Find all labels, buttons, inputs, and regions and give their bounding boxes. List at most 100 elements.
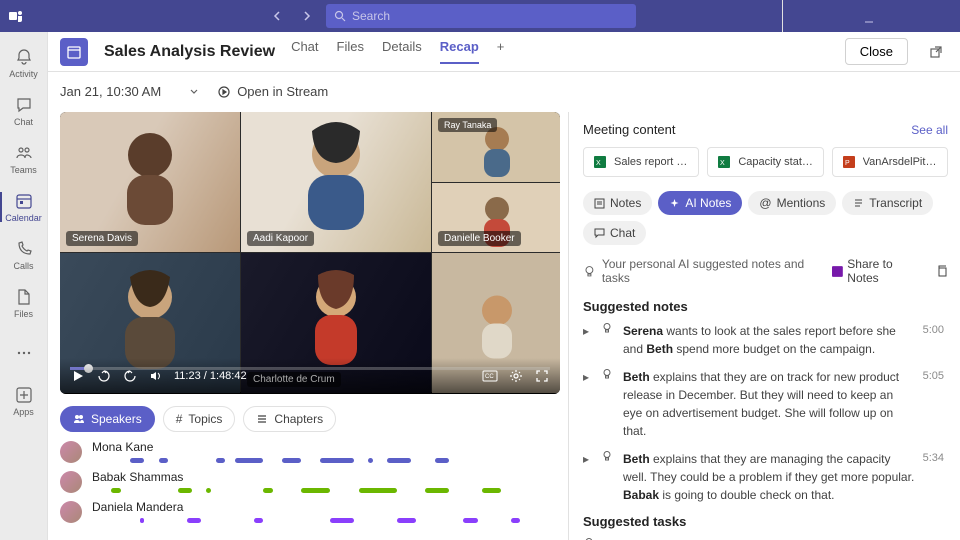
- nav-forward-button[interactable]: [294, 4, 318, 28]
- rail-files[interactable]: Files: [0, 280, 48, 326]
- participant-name: Aadi Kapoor: [247, 231, 314, 246]
- file-icon: P: [841, 154, 857, 170]
- volume-icon[interactable]: [148, 368, 164, 384]
- at-icon: @: [759, 196, 771, 210]
- tab-details[interactable]: Details: [382, 39, 422, 64]
- search-icon: [334, 10, 346, 22]
- file-icon: X: [592, 154, 608, 170]
- participant-name: Serena Davis: [66, 231, 138, 246]
- rail-calendar[interactable]: Calendar: [0, 184, 48, 230]
- file-name: Capacity stats list…: [738, 156, 814, 168]
- view-speakers[interactable]: Speakers: [60, 406, 155, 432]
- speaker-timeline[interactable]: [92, 518, 568, 524]
- search-input[interactable]: Search: [326, 4, 636, 28]
- add-tab-button[interactable]: +: [497, 39, 505, 64]
- speaker-row[interactable]: Mona Kane: [60, 440, 568, 464]
- suggested-notes-title: Suggested notes: [583, 299, 944, 314]
- transcript-icon: [853, 198, 864, 209]
- copy-icon: [936, 265, 948, 277]
- app-rail: Activity Chat Teams Calendar Calls Files…: [0, 32, 48, 540]
- tab-files[interactable]: Files: [337, 39, 364, 64]
- rail-calls[interactable]: Calls: [0, 232, 48, 278]
- hash-icon: #: [176, 412, 183, 426]
- bulb-icon: [601, 322, 615, 358]
- svg-text:X: X: [596, 160, 601, 167]
- teams-logo-icon: [6, 6, 26, 26]
- note-text: Beth explains that they are on track for…: [623, 368, 915, 440]
- speaker-row[interactable]: Daniela Mandera: [60, 500, 568, 524]
- rail-apps[interactable]: Apps: [0, 378, 48, 424]
- rail-chat[interactable]: Chat: [0, 88, 48, 134]
- note-text: Beth explains that they are managing the…: [623, 450, 915, 504]
- cc-icon[interactable]: CC: [482, 368, 498, 384]
- playback-time: 11:23 / 1:48:42: [174, 370, 247, 382]
- file-name: Sales report Q4…: [614, 156, 690, 168]
- note-timestamp: 5:00: [923, 322, 944, 358]
- chevron-down-icon: [189, 87, 199, 97]
- speaker-row[interactable]: Babak Shammas: [60, 470, 568, 494]
- calendar-icon: [60, 38, 88, 66]
- note-item[interactable]: ▸Serena wants to look at the sales repor…: [583, 322, 944, 358]
- datetime-picker[interactable]: Jan 21, 10:30 AM: [60, 84, 199, 99]
- tab-chat[interactable]: Chat: [291, 39, 318, 64]
- open-in-stream-button[interactable]: Open in Stream: [217, 84, 328, 99]
- titlebar: Search: [0, 0, 960, 32]
- onenote-icon: [832, 266, 843, 277]
- bulb-icon: [583, 265, 596, 278]
- settings-icon[interactable]: [508, 368, 524, 384]
- pill-notes[interactable]: Notes: [583, 191, 652, 215]
- share-to-notes-button[interactable]: Share to Notes: [832, 257, 926, 285]
- speaker-timeline[interactable]: [92, 488, 568, 494]
- window-minimize-icon[interactable]: [858, 11, 880, 33]
- recording-player[interactable]: Serena Davis Aadi Kapoor Ray Tanaka Dani…: [60, 112, 560, 394]
- svg-text:CC: CC: [485, 374, 494, 380]
- file-chip[interactable]: XCapacity stats list…: [707, 147, 823, 177]
- rail-teams[interactable]: Teams: [0, 136, 48, 182]
- search-placeholder: Search: [352, 9, 390, 23]
- rail-activity[interactable]: Activity: [0, 40, 48, 86]
- note-item[interactable]: ▸ Beth explains that they are on track fo…: [583, 368, 944, 440]
- bulb-icon: [601, 368, 615, 440]
- pill-transcript[interactable]: Transcript: [842, 191, 933, 215]
- pill-mentions[interactable]: @Mentions: [748, 191, 836, 215]
- copy-button[interactable]: [936, 265, 948, 277]
- meeting-content-title: Meeting content: [583, 122, 676, 137]
- sparkle-icon: [669, 198, 680, 209]
- file-chip[interactable]: PVanArsdelPitchDe…: [832, 147, 948, 177]
- participant-name: Ray Tanaka: [438, 118, 497, 132]
- rail-more[interactable]: [0, 330, 48, 376]
- skip-forward-icon[interactable]: [122, 368, 138, 384]
- view-chapters[interactable]: Chapters: [243, 406, 336, 432]
- nav-back-button[interactable]: [266, 4, 290, 28]
- see-all-link[interactable]: See all: [911, 123, 948, 137]
- note-timestamp: 5:34: [923, 450, 944, 504]
- tab-recap[interactable]: Recap: [440, 39, 479, 64]
- note-item[interactable]: ▸ Beth explains that they are managing th…: [583, 450, 944, 504]
- recap-subbar: Jan 21, 10:30 AM Open in Stream: [48, 72, 960, 112]
- participant-name: Danielle Booker: [438, 231, 521, 246]
- notes-icon: [594, 198, 605, 209]
- popout-icon[interactable]: [924, 40, 948, 64]
- pill-chat[interactable]: Chat: [583, 221, 646, 245]
- speaker-timeline[interactable]: [92, 458, 568, 464]
- speaker-avatar: [60, 441, 82, 463]
- close-button[interactable]: Close: [845, 38, 908, 65]
- play-button[interactable]: [70, 368, 86, 384]
- fullscreen-icon[interactable]: [534, 368, 550, 384]
- chevron-right-icon: ▸: [583, 450, 593, 504]
- meeting-title: Sales Analysis Review: [104, 43, 275, 61]
- view-topics[interactable]: #Topics: [163, 406, 236, 432]
- chevron-right-icon: ▸: [583, 368, 593, 440]
- speaker-name: Mona Kane: [92, 440, 568, 454]
- file-chip[interactable]: X Sales report Q4…: [583, 147, 699, 177]
- bulb-icon: [601, 450, 615, 504]
- speaker-avatar: [60, 471, 82, 493]
- skip-back-icon[interactable]: [96, 368, 112, 384]
- list-icon: [256, 413, 268, 425]
- meeting-header: Sales Analysis Review Chat Files Details…: [48, 32, 960, 72]
- suggested-tasks-title: Suggested tasks: [583, 514, 944, 529]
- speakers-list: Mona Kane Babak Shammas Daniela Mandera: [60, 440, 568, 540]
- pill-ai-notes[interactable]: AI Notes: [658, 191, 742, 215]
- svg-text:P: P: [845, 160, 850, 167]
- speaker-avatar: [60, 501, 82, 523]
